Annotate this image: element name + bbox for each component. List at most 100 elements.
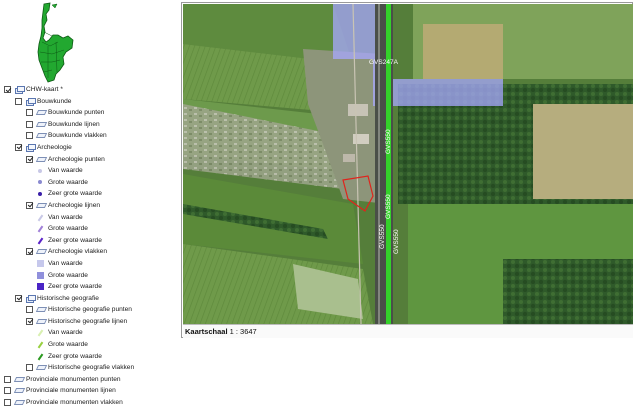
root-checkbox[interactable] [4,86,11,93]
layer-label[interactable]: Provinciale monumenten vlakken [26,397,123,409]
layer-label[interactable]: Historische geografie punten [48,304,132,316]
legend-item: Van waarde [0,258,180,270]
legend-swatch [37,353,44,361]
layer-checkbox[interactable] [26,201,33,209]
province-overview-map[interactable] [30,2,80,84]
archeologie-label[interactable]: Archeologie [37,142,72,154]
layer-label[interactable]: Historische geografie lijnen [48,316,127,328]
layer-label[interactable]: Archeologie punten [48,154,105,166]
layer-label[interactable]: Archeologie lijnen [48,200,100,212]
historische-checkbox[interactable] [15,294,22,302]
legend-swatch [37,271,44,279]
legend-item: Van waarde [0,165,180,177]
layer-icon [35,202,48,208]
layer-icon [35,365,48,371]
legend-label: Zeer grote waarde [48,352,102,360]
layer-label[interactable]: Historische geografie vlakken [48,362,134,374]
legend-label: Grote waarde [48,178,88,186]
archeologie-checkbox[interactable] [15,143,22,151]
layer-checkbox[interactable] [26,132,33,140]
layer-historische-vlakken: Historische geografie vlakken [0,362,180,374]
layer-label[interactable]: Bouwkunde vlakken [48,130,107,142]
legend-label: Grote waarde [48,225,88,233]
legend-swatch [37,330,44,337]
layer-label[interactable]: Bouwkunde punten [48,107,104,119]
legend-swatch [38,180,42,185]
layer-checkbox[interactable] [4,399,11,407]
legend-swatch [37,225,44,233]
historical-line [386,4,391,324]
historische-label[interactable]: Historische geografie [37,293,99,305]
map-scale-bar: Kaartschaal 1 : 3647 [183,324,633,338]
layer-monumenten-lijnen: Provinciale monumenten lijnen [0,385,180,397]
layer-icon [35,133,48,139]
east-field-ochre [423,24,503,79]
building-block [353,134,369,144]
layer-label[interactable]: Provinciale monumenten punten [26,374,121,386]
legend-label: Zeer grote waarde [48,190,102,198]
layer-checkbox[interactable] [4,387,11,395]
layer-checkbox[interactable] [26,306,33,314]
layer-icon [13,400,26,406]
east-field-beige [533,104,633,199]
legend-label: Grote waarde [48,341,88,349]
layer-group-icon [15,86,25,94]
building-block [343,154,355,162]
layer-icon [35,318,48,324]
legend-label: Van waarde [48,259,83,267]
aerial-map-view[interactable]: GVS247A GVS550 GVS550 GVS550 GVS550 [183,4,633,324]
layer-checkbox[interactable] [4,375,11,383]
layer-label[interactable]: Bouwkunde lijnen [48,119,100,131]
layer-checkbox[interactable] [26,317,33,325]
layer-checkbox[interactable] [26,364,33,372]
layer-root: CHW-kaart * [0,84,180,96]
layer-checkbox[interactable] [26,120,33,128]
group-archeologie: Archeologie [0,142,180,154]
layer-checkbox[interactable] [26,248,33,256]
map-panel: GVS247A GVS550 GVS550 GVS550 GVS550 Kaar… [181,2,633,338]
island-shape [51,3,58,9]
legend-swatch [37,259,44,267]
bouwkunde-checkbox[interactable] [15,97,22,105]
layer-icon [35,121,48,127]
layer-bouwkunde-punten: Bouwkunde punten [0,107,180,119]
road-label: GVS550 [379,224,386,249]
layer-label[interactable]: Archeologie vlakken [48,246,107,258]
building-block [348,104,368,116]
layer-monumenten-vlakken: Provinciale monumenten vlakken [0,397,180,409]
road-label: GVS550 [385,194,392,219]
root-label[interactable]: CHW-kaart * [26,84,63,96]
legend-item: Van waarde [0,212,180,224]
layer-icon [35,156,48,162]
layer-group-icon [26,143,36,152]
layer-label[interactable]: Provinciale monumenten lijnen [26,385,116,397]
layer-bouwkunde-lijnen: Bouwkunde lijnen [0,119,180,131]
legend-swatch [38,168,42,173]
legend-label: Zeer grote waarde [48,283,102,291]
legend-swatch [37,283,44,291]
road-label: GVS550 [393,229,400,254]
legend-label: Van waarde [48,329,83,337]
legend-label: Van waarde [48,213,83,221]
layer-icon [35,307,48,313]
group-historische-geografie: Historische geografie [0,293,180,305]
bouwkunde-label[interactable]: Bouwkunde [37,96,71,108]
layer-checkbox[interactable] [26,155,33,163]
layer-archeologie-lijnen: Archeologie lijnen [0,200,180,212]
legend-item: Zeer grote waarde [0,281,180,293]
legend-item: Zeer grote waarde [0,188,180,200]
legend-item: Grote waarde [0,223,180,235]
layer-historische-lijnen: Historische geografie lijnen [0,316,180,328]
layer-icon [13,376,26,382]
group-bouwkunde: Bouwkunde [0,96,180,108]
layer-bouwkunde-vlakken: Bouwkunde vlakken [0,130,180,142]
legend-item: Van waarde [0,327,180,339]
layer-tree: CHW-kaart * Bouwkunde Bouwkunde punten B… [0,84,180,409]
legend-swatch [38,191,42,196]
legend-item: Zeer grote waarde [0,351,180,363]
legend-label: Van waarde [48,167,83,175]
layer-historische-punten: Historische geografie punten [0,304,180,316]
road-label: GVS247A [369,59,399,66]
layer-checkbox[interactable] [26,109,33,117]
legend-swatch [37,341,44,349]
